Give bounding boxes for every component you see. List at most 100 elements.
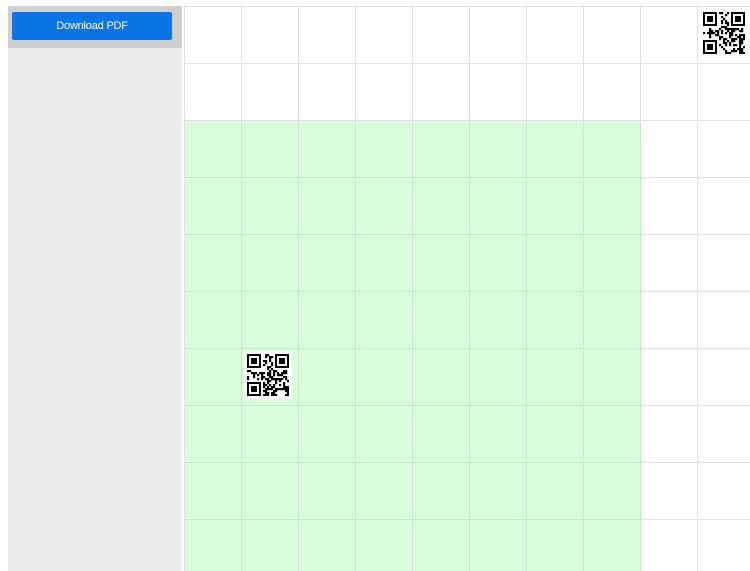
grid-cell[interactable] (356, 463, 413, 520)
grid-cell[interactable] (584, 406, 641, 463)
grid-cell[interactable] (413, 121, 470, 178)
grid-cell[interactable] (470, 235, 527, 292)
grid-cell[interactable] (299, 64, 356, 121)
grid-cell[interactable] (641, 121, 698, 178)
grid-cell[interactable] (527, 292, 584, 349)
grid-cell[interactable] (185, 520, 242, 571)
grid-cell[interactable] (527, 178, 584, 235)
grid-cell[interactable] (470, 349, 527, 406)
grid-cell[interactable] (641, 292, 698, 349)
grid-cell[interactable] (641, 520, 698, 571)
grid-cell[interactable] (527, 64, 584, 121)
grid-cell[interactable] (470, 178, 527, 235)
grid-cell[interactable] (185, 235, 242, 292)
download-pdf-button[interactable]: Download PDF (12, 12, 172, 40)
grid-cell[interactable] (584, 520, 641, 571)
grid-cell[interactable] (698, 349, 750, 406)
grid-cell[interactable] (185, 64, 242, 121)
grid-cell[interactable] (413, 520, 470, 571)
grid-cell[interactable] (470, 7, 527, 64)
grid-cell[interactable] (527, 349, 584, 406)
grid-cell[interactable] (413, 463, 470, 520)
grid-cell[interactable] (527, 520, 584, 571)
grid-cell[interactable] (698, 406, 750, 463)
grid-cell[interactable] (698, 121, 750, 178)
grid-cell[interactable] (698, 520, 750, 571)
grid-cell[interactable] (356, 235, 413, 292)
grid-cell[interactable] (185, 463, 242, 520)
grid-cell[interactable] (641, 406, 698, 463)
grid-cell[interactable] (584, 292, 641, 349)
grid-cell[interactable] (698, 235, 750, 292)
grid-cell[interactable] (242, 235, 299, 292)
grid-cell[interactable] (584, 178, 641, 235)
grid-cell[interactable] (356, 349, 413, 406)
grid-cell[interactable] (698, 178, 750, 235)
grid-cell[interactable] (356, 178, 413, 235)
grid-cell[interactable] (413, 178, 470, 235)
grid-cell[interactable] (299, 178, 356, 235)
grid-cell[interactable] (527, 235, 584, 292)
grid-cell[interactable] (356, 406, 413, 463)
grid-cell[interactable] (356, 121, 413, 178)
grid-cell[interactable] (299, 406, 356, 463)
grid-cell[interactable] (185, 292, 242, 349)
grid-cell[interactable] (299, 235, 356, 292)
grid-cell[interactable] (185, 178, 242, 235)
grid-cell[interactable] (698, 463, 750, 520)
grid-cell[interactable] (413, 406, 470, 463)
grid-cell[interactable] (242, 64, 299, 121)
grid-cell[interactable] (242, 292, 299, 349)
grid-cell[interactable] (356, 7, 413, 64)
grid-cell[interactable] (470, 121, 527, 178)
grid-cell[interactable] (698, 292, 750, 349)
grid-cell[interactable] (185, 121, 242, 178)
grid-cell[interactable] (185, 349, 242, 406)
grid-cell[interactable] (356, 520, 413, 571)
grid-cell[interactable] (641, 7, 698, 64)
grid-cell[interactable] (242, 406, 299, 463)
grid-cell[interactable] (413, 349, 470, 406)
grid-cell[interactable] (527, 7, 584, 64)
grid-cell[interactable] (470, 406, 527, 463)
grid-cell[interactable] (470, 463, 527, 520)
grid-cell[interactable] (413, 235, 470, 292)
grid-cell[interactable] (584, 64, 641, 121)
grid-cell[interactable] (584, 349, 641, 406)
grid-cell[interactable] (242, 178, 299, 235)
grid-cell[interactable] (299, 349, 356, 406)
grid-cell[interactable] (185, 406, 242, 463)
grid-cell[interactable] (584, 235, 641, 292)
grid-cell[interactable] (698, 64, 750, 121)
grid-cell[interactable] (413, 292, 470, 349)
grid-cell[interactable] (413, 64, 470, 121)
grid-cell[interactable] (356, 292, 413, 349)
grid-cell[interactable] (413, 7, 470, 64)
grid-cell[interactable] (299, 121, 356, 178)
grid-cell[interactable] (299, 7, 356, 64)
grid-cell[interactable] (641, 64, 698, 121)
grid-cell[interactable] (242, 7, 299, 64)
grid-cell[interactable] (242, 121, 299, 178)
grid-cell[interactable] (299, 292, 356, 349)
grid-cell[interactable] (470, 520, 527, 571)
grid-cell[interactable] (299, 463, 356, 520)
grid-cell[interactable] (242, 463, 299, 520)
grid-cell[interactable] (584, 121, 641, 178)
grid-cell[interactable] (470, 292, 527, 349)
grid-cell[interactable] (584, 7, 641, 64)
grid-cell[interactable] (185, 7, 242, 64)
grid-cell[interactable] (242, 520, 299, 571)
grid-cell[interactable] (527, 121, 584, 178)
grid-cell[interactable] (527, 463, 584, 520)
qr-code-top-right-icon (700, 9, 748, 57)
grid-cell[interactable] (641, 178, 698, 235)
grid-cell[interactable] (470, 64, 527, 121)
grid-cell[interactable] (527, 406, 584, 463)
grid-cell[interactable] (584, 463, 641, 520)
grid-cell[interactable] (641, 349, 698, 406)
grid-cell[interactable] (641, 235, 698, 292)
grid-cell[interactable] (356, 64, 413, 121)
grid-cell[interactable] (299, 520, 356, 571)
grid-cell[interactable] (641, 463, 698, 520)
